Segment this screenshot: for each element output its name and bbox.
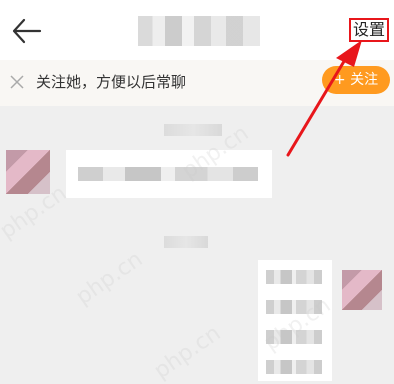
blurred-message-text <box>266 360 322 374</box>
self-avatar[interactable] <box>342 270 382 310</box>
blurred-chat-title <box>138 16 260 46</box>
top-navigation-bar: 设置 <box>0 0 394 60</box>
blurred-timestamp <box>164 236 208 248</box>
follow-prompt-text: 关注她，方便以后常聊 <box>36 73 187 91</box>
blurred-timestamp <box>164 124 222 136</box>
blurred-message-text <box>78 167 258 181</box>
contact-avatar[interactable] <box>6 150 50 194</box>
close-icon[interactable] <box>10 75 24 89</box>
incoming-message-bubble[interactable] <box>66 150 272 198</box>
settings-button[interactable]: 设置 <box>349 18 389 42</box>
follow-button[interactable]: + 关注 <box>322 66 390 94</box>
blurred-message-text <box>266 270 322 284</box>
back-arrow-icon[interactable] <box>10 16 44 46</box>
